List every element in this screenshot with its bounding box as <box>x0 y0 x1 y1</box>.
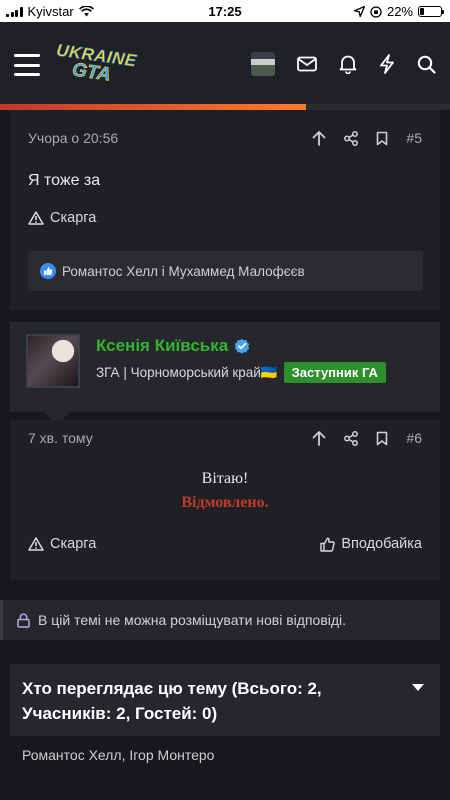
post-6: 7 хв. тому #6 Вітаю! Відмовлено. Скарга … <box>10 420 440 580</box>
logo-text-bottom: GTA <box>70 59 113 86</box>
verified-icon <box>235 338 250 354</box>
viewers-heading: Хто переглядає цю тему (Всього: 2, Учасн… <box>22 679 322 723</box>
battery-percent: 22% <box>386 4 413 19</box>
post-6-report-button[interactable]: Скарга <box>28 536 96 552</box>
author-role-badge: Заступник ГА <box>283 362 386 383</box>
bookmark-icon[interactable] <box>376 131 388 146</box>
post-6-meta: 7 хв. тому #6 <box>28 430 422 446</box>
warning-icon <box>28 537 44 551</box>
reactions-users: Романтос Хелл і Мухаммед Малофєєв <box>62 263 305 279</box>
chevron-down-icon[interactable] <box>412 684 424 691</box>
menu-icon[interactable] <box>14 54 40 76</box>
mail-icon[interactable] <box>297 56 317 72</box>
status-right: 22% <box>353 4 444 19</box>
report-label: Скарга <box>50 536 97 552</box>
viewers-list: Романтос Хелл, Ігор Монтеро <box>22 747 215 763</box>
post-6-verdict: Відмовлено. <box>181 494 269 511</box>
share-icon[interactable] <box>344 430 359 446</box>
user-avatar[interactable] <box>251 52 275 76</box>
post-5-meta: Учора о 20:56 #5 <box>28 130 422 146</box>
post-6-time[interactable]: 7 хв. тому <box>28 430 312 446</box>
lightning-icon[interactable] <box>379 54 395 74</box>
status-bar: Kyivstar 17:25 22% <box>0 0 450 22</box>
thumbs-up-icon <box>320 537 336 552</box>
lock-icon <box>17 612 30 628</box>
author-name-row: Ксенія Київська <box>96 336 250 356</box>
site-logo[interactable]: UKRAINE GTA <box>55 40 138 90</box>
arrow-up-icon[interactable] <box>312 130 326 146</box>
post-5-number[interactable]: #5 <box>406 130 422 146</box>
search-icon[interactable] <box>417 55 436 74</box>
battery-icon <box>418 6 444 17</box>
post-5-time[interactable]: Учора о 20:56 <box>28 130 312 146</box>
thread-locked-notice: В цій темі не можна розміщувати нові від… <box>0 600 440 640</box>
bookmark-icon[interactable] <box>376 431 388 446</box>
post-5-report-button[interactable]: Скарга <box>28 210 96 226</box>
arrow-up-icon[interactable] <box>312 430 326 446</box>
locked-text: В цій темі не можна розміщувати нові від… <box>38 612 347 628</box>
bell-icon[interactable] <box>339 54 357 74</box>
report-label: Скарга <box>50 210 97 226</box>
author-name[interactable]: Ксенія Київська <box>96 336 228 356</box>
post-6-like-button[interactable]: Вподобайка <box>320 536 422 552</box>
share-icon[interactable] <box>344 130 359 146</box>
post-6-author: Ксенія Київська ЗГА | Чорноморський край… <box>10 322 440 412</box>
orientation-lock-icon <box>370 5 382 18</box>
post-5-message: Я тоже за <box>28 172 101 189</box>
like-reaction-icon <box>40 263 56 279</box>
location-icon <box>353 6 365 17</box>
author-avatar[interactable] <box>26 334 80 388</box>
post-5-reactions[interactable]: Романтос Хелл і Мухаммед Малофєєв <box>28 251 423 291</box>
author-title-row: ЗГА | Чорноморський край🇺🇦 Заступник ГА <box>96 362 386 383</box>
author-title: ЗГА | Чорноморський край🇺🇦 <box>96 364 278 380</box>
post-6-number[interactable]: #6 <box>406 430 422 446</box>
thread-viewers-panel[interactable]: Хто переглядає цю тему (Всього: 2, Учасн… <box>10 664 440 736</box>
warning-icon <box>28 211 44 225</box>
post-5: Учора о 20:56 #5 Я тоже за Скарга Романт… <box>10 110 440 310</box>
like-label: Вподобайка <box>341 536 422 552</box>
post-6-greeting: Вітаю! <box>201 470 249 487</box>
header-actions <box>251 52 436 76</box>
site-header: UKRAINE GTA <box>0 22 450 104</box>
